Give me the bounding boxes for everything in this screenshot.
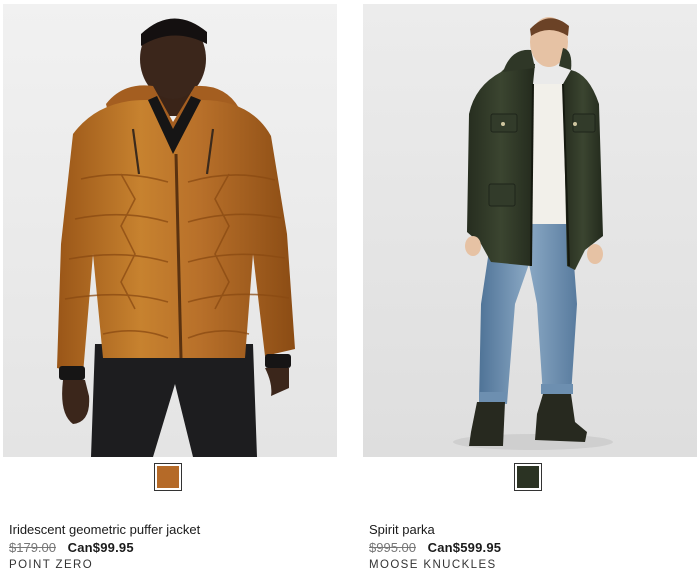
product-grid: Iridescent geometric puffer jacket $179.… — [0, 0, 700, 583]
product-photo — [3, 4, 337, 457]
product-name[interactable]: Spirit parka — [369, 521, 689, 539]
product-brand[interactable]: POINT ZERO — [9, 557, 329, 574]
original-price: $995.00 — [369, 540, 416, 555]
price-row: $179.00 Can$99.95 — [9, 539, 329, 557]
price-row: $995.00 Can$599.95 — [369, 539, 689, 557]
color-swatch[interactable] — [154, 463, 182, 491]
swatch-color-fill — [157, 466, 179, 488]
color-swatches — [363, 462, 697, 496]
product-info: Iridescent geometric puffer jacket $179.… — [9, 521, 329, 574]
product-name[interactable]: Iridescent geometric puffer jacket — [9, 521, 329, 539]
product-card: Spirit parka $995.00 Can$599.95 MOOSE KN… — [363, 0, 697, 583]
product-info: Spirit parka $995.00 Can$599.95 MOOSE KN… — [369, 521, 689, 574]
swatch-color-fill — [517, 466, 539, 488]
sale-price: Can$599.95 — [427, 540, 502, 555]
sale-price: Can$99.95 — [67, 540, 134, 555]
original-price: $179.00 — [9, 540, 56, 555]
product-brand[interactable]: MOOSE KNUCKLES — [369, 557, 689, 574]
color-swatch[interactable] — [514, 463, 542, 491]
product-image[interactable] — [3, 4, 337, 457]
product-image[interactable] — [363, 4, 697, 457]
product-photo — [363, 4, 697, 457]
product-card: Iridescent geometric puffer jacket $179.… — [3, 0, 337, 583]
color-swatches — [3, 462, 337, 496]
